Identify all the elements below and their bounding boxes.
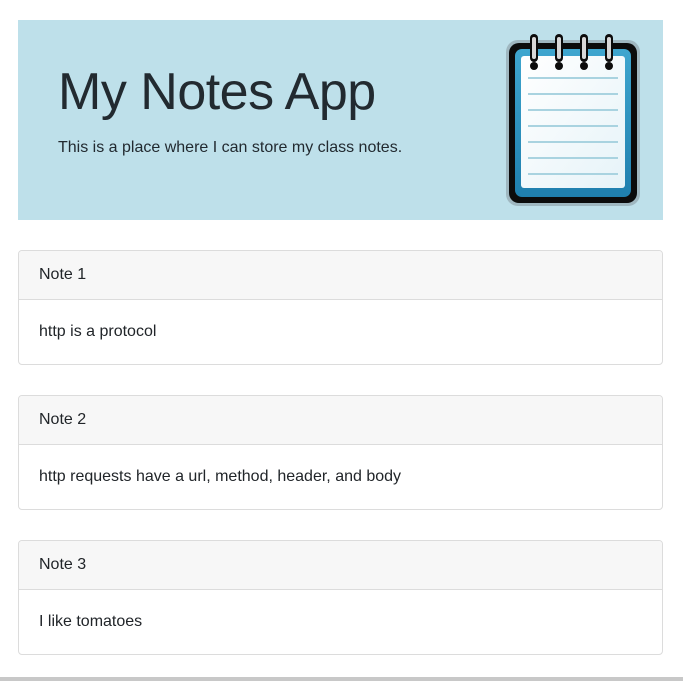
note-title: Note 1	[19, 251, 662, 300]
note-body: http requests have a url, method, header…	[39, 468, 402, 485]
note-card: Note 1 http is a protocol	[18, 250, 663, 365]
notes-page: My Notes App This is a place where I can…	[0, 0, 683, 681]
page-description: This is a place where I can store my cla…	[58, 139, 403, 156]
header-banner: My Notes App This is a place where I can…	[18, 20, 663, 220]
notepad-icon	[506, 34, 640, 206]
note-title: Note 2	[19, 396, 662, 445]
note-title: Note 3	[19, 541, 662, 590]
note-card: Note 2 http requests have a url, method,…	[18, 395, 663, 510]
window-bottom-edge	[0, 677, 683, 681]
note-body: http is a protocol	[39, 323, 157, 340]
note-card: Note 3 I like tomatoes	[18, 540, 663, 655]
note-body: I like tomatoes	[39, 613, 143, 630]
page-title: My Notes App	[58, 63, 376, 121]
